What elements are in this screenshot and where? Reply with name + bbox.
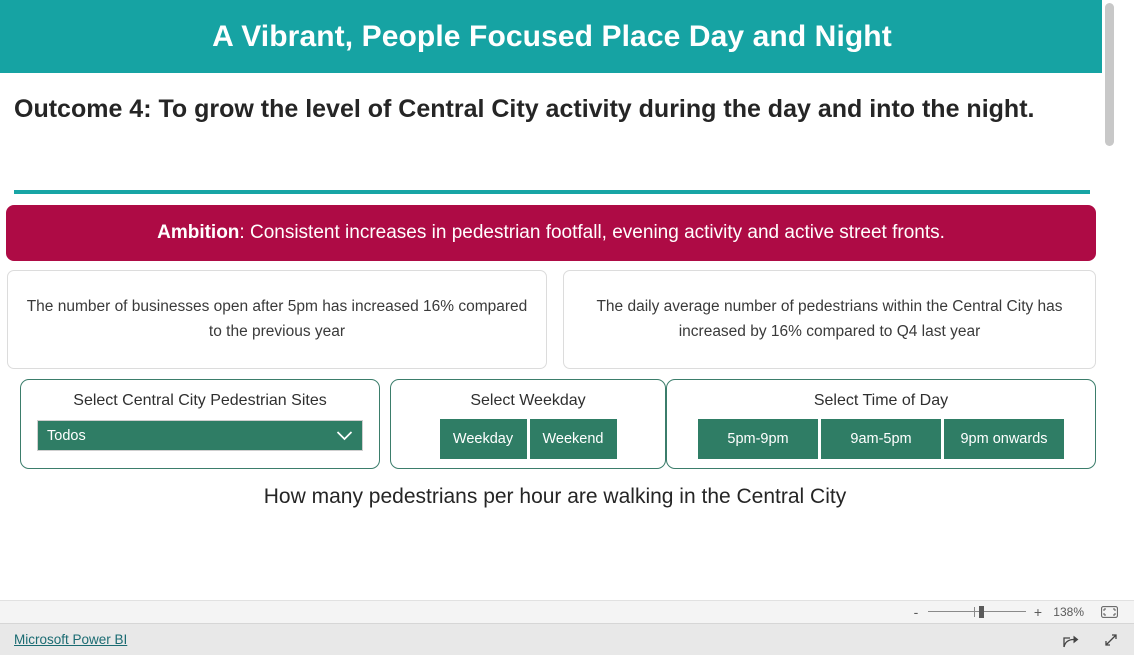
slicer-central-city-pedestrian-sites: Select Central City Pedestrian Sites Tod… — [20, 379, 380, 469]
report-canvas: A Vibrant, People Focused Place Day and … — [0, 0, 1116, 600]
fit-to-page-icon[interactable] — [1101, 606, 1118, 618]
chevron-down-icon — [336, 431, 353, 441]
stat-card-text: The number of businesses open after 5pm … — [26, 298, 528, 340]
status-bar: - + 138% — [0, 600, 1134, 624]
stat-card-businesses: The number of businesses open after 5pm … — [7, 270, 547, 369]
zoom-in-button[interactable]: + — [1033, 605, 1043, 619]
slicer-title: Select Weekday — [470, 392, 586, 409]
fullscreen-expand-icon[interactable] — [1102, 631, 1120, 649]
ambition-text: Ambition: Consistent increases in pedest… — [157, 222, 945, 244]
weekday-option-weekend[interactable]: Weekend — [529, 419, 617, 460]
outcome-heading: Outcome 4: To grow the level of Central … — [14, 95, 1035, 123]
stat-card-text: The daily average number of pedestrians … — [596, 298, 1063, 340]
slicer-time-of-day: Select Time of Day 5pm-9pm 9am-5pm 9pm o… — [666, 379, 1096, 469]
slicer-title: Select Central City Pedestrian Sites — [73, 392, 327, 409]
slicer-title: Select Time of Day — [813, 392, 949, 409]
time-option-5pm-9pm[interactable]: 5pm-9pm — [698, 419, 818, 460]
footer-bar: Microsoft Power BI — [0, 624, 1134, 655]
canvas-scrollbar-thumb[interactable] — [1105, 3, 1114, 146]
pedestrian-chart[interactable]: our 400 — [0, 530, 1116, 600]
ambition-separator: : — [239, 222, 250, 243]
weekday-button-group: Weekday Weekend — [391, 419, 665, 460]
canvas-scrollbar-track[interactable] — [1102, 0, 1116, 600]
zoom-level-value: 138% — [1053, 605, 1084, 619]
time-of-day-button-group: 5pm-9pm 9am-5pm 9pm onwards — [667, 419, 1095, 460]
zoom-out-button[interactable]: - — [911, 605, 921, 619]
teal-divider — [14, 190, 1090, 194]
microsoft-power-bi-link[interactable]: Microsoft Power BI — [14, 632, 127, 647]
page-title: A Vibrant, People Focused Place Day and … — [212, 19, 892, 53]
weekday-option-weekday[interactable]: Weekday — [439, 419, 527, 460]
ambition-banner: Ambition: Consistent increases in pedest… — [6, 205, 1096, 261]
power-bi-report-viewer: A Vibrant, People Focused Place Day and … — [0, 0, 1134, 655]
sites-dropdown[interactable]: Todos — [37, 420, 363, 452]
time-option-9pm-onwards[interactable]: 9pm onwards — [944, 419, 1064, 460]
report-header-banner: A Vibrant, People Focused Place Day and … — [0, 0, 1104, 73]
ambition-label: Ambition — [157, 222, 240, 243]
zoom-slider[interactable] — [928, 605, 1026, 619]
stat-card-pedestrians: The daily average number of pedestrians … — [563, 270, 1096, 369]
zoom-slider-tick — [974, 607, 975, 617]
chart-title: How many pedestrians per hour are walkin… — [263, 485, 847, 508]
time-option-9am-5pm[interactable]: 9am-5pm — [821, 419, 941, 460]
slicer-weekday: Select Weekday Weekday Weekend — [390, 379, 666, 469]
zoom-slider-handle[interactable] — [979, 606, 984, 618]
zoom-control: - + 138% — [911, 605, 1118, 619]
ambition-body: Consistent increases in pedestrian footf… — [249, 222, 945, 243]
sites-dropdown-value: Todos — [47, 427, 86, 444]
zoom-slider-track — [928, 611, 1026, 612]
share-icon[interactable] — [1062, 631, 1080, 649]
